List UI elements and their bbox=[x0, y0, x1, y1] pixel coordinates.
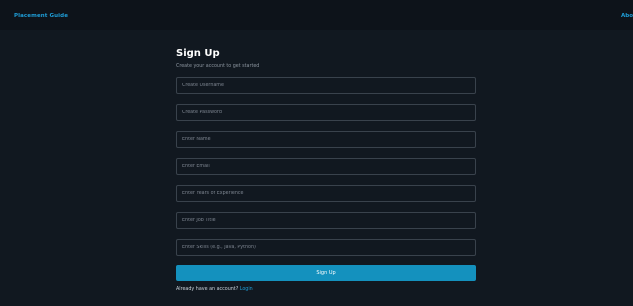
login-prompt: Already have an account? Login bbox=[176, 286, 476, 293]
signup-button[interactable]: Sign Up bbox=[176, 265, 476, 281]
experience-input[interactable] bbox=[176, 185, 476, 202]
brand-link[interactable]: Placement Guide bbox=[14, 13, 68, 19]
login-prompt-text: Already have an account? bbox=[176, 287, 239, 292]
username-input[interactable] bbox=[176, 77, 476, 94]
name-input[interactable] bbox=[176, 131, 476, 148]
skills-input[interactable] bbox=[176, 239, 476, 256]
password-input[interactable] bbox=[176, 104, 476, 121]
signup-form: Sign Up Create your account to get start… bbox=[176, 48, 476, 293]
email-input[interactable] bbox=[176, 158, 476, 175]
page-subtitle: Create your account to get started bbox=[176, 64, 260, 69]
top-navbar: Placement Guide Abo bbox=[0, 0, 633, 30]
login-link[interactable]: Login bbox=[240, 287, 253, 292]
page-title: Sign Up bbox=[176, 48, 220, 59]
job-title-input[interactable] bbox=[176, 212, 476, 229]
about-link[interactable]: Abo bbox=[621, 13, 633, 19]
